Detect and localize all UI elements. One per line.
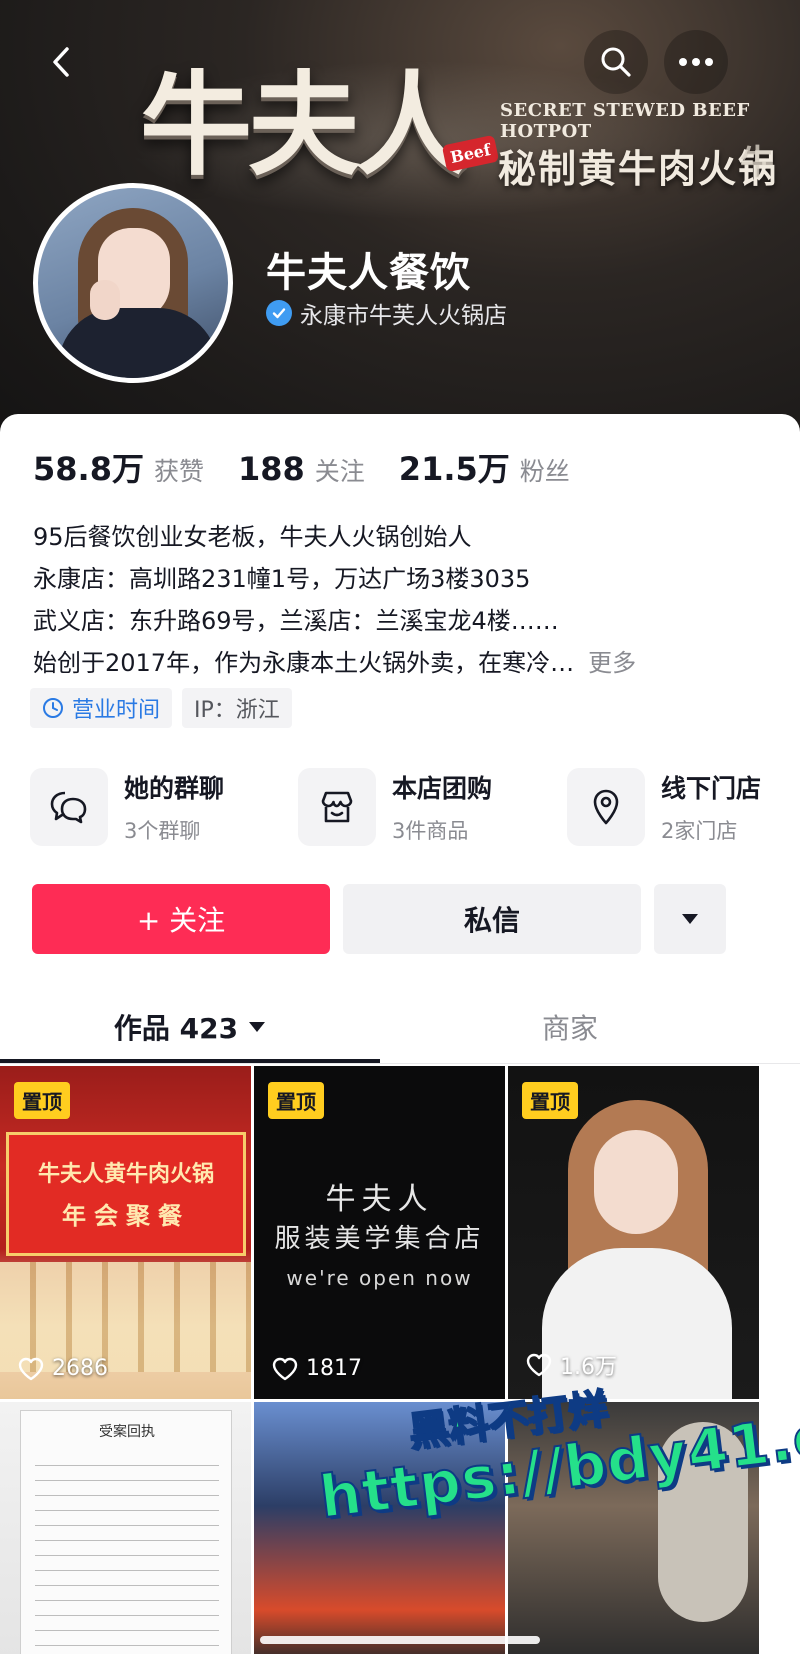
verification-label: 永康市牛芙人火锅店 [300,303,507,329]
tile-line1: 牛夫人 [325,1182,434,1217]
group-chat-entry[interactable]: 她的群聊 3个群聊 [30,768,224,846]
follow-button[interactable]: + 关注 [32,884,330,954]
ip-location-label: IP：浙江 [194,698,280,723]
bio-line: 永康店：高圳路231幢1号，万达广场3楼3035 [33,565,531,593]
search-button[interactable] [584,30,648,94]
pinned-badge: 置顶 [268,1082,324,1119]
shop-icon [298,768,376,846]
chat-bubbles-icon [30,768,108,846]
active-tab-indicator [0,1059,380,1063]
content-tabs: 作品 423 商家 [0,990,800,1064]
video-tile[interactable]: 牛夫人黄牛肉火锅 年会聚餐 置顶 2686 [0,1066,251,1399]
business-hours-chip[interactable]: 营业时间 [30,688,173,728]
bio-line: 始创于2017年，作为永康本土火锅外卖，在寒冷… [33,649,575,677]
banner-brand-side: 牛 [740,143,774,183]
followers-count[interactable]: 21.5万 [399,444,510,490]
like-count: 1817 [272,1356,362,1381]
group-chat-sub: 3个群聊 [124,819,201,843]
group-buy-title: 本店团购 [392,774,493,803]
heart-icon [526,1353,552,1377]
feature-entries: 她的群聊 3个群聊 本店团购 3件商品 线下门店 2家门店 [30,768,800,848]
more-options-button[interactable] [664,30,728,94]
info-chips: 营业时间 IP：浙江 [30,688,292,728]
likes-label: 获赞 [153,457,204,486]
video-tile[interactable] [508,1402,759,1654]
following-label[interactable]: 关注 [315,452,365,488]
group-buy-entry[interactable]: 本店团购 3件商品 [298,768,492,846]
following-count[interactable]: 188 [238,450,305,488]
group-buy-sub: 3件商品 [392,819,469,843]
bio-line-last: 始创于2017年，作为永康本土火锅外卖，在寒冷… 更多 [33,642,773,684]
bio-line: 武义店：东升路69号，兰溪店：兰溪宝龙4楼…… [33,607,559,635]
tile-title: 牛夫人黄牛肉火锅 [37,1162,214,1187]
tile-portrait-hair [658,1422,748,1622]
ip-location-chip: IP：浙江 [182,688,292,728]
message-button[interactable]: 私信 [343,884,641,954]
avatar-coat [58,308,218,378]
tile-banner-graphic [6,1132,246,1256]
avatar[interactable] [33,183,233,383]
tile-line3: we're open now [286,1266,473,1290]
like-count-value: 1.6万 [560,1355,617,1380]
offline-store-entry[interactable]: 线下门店 2家门店 [567,768,761,846]
verified-badge-icon [266,300,292,326]
video-tile[interactable] [254,1402,505,1654]
tile-line2: 服装美学集合店 [274,1224,485,1254]
tile-document: 受案回执 [20,1410,232,1654]
offline-store-sub: 2家门店 [661,819,738,843]
recommend-dropdown-button[interactable] [654,884,726,954]
tab-shop[interactable]: 商家 [380,990,760,1064]
tile-document-title: 受案回执 [99,1424,155,1440]
banner-brand-title: 牛夫人 [140,60,468,191]
back-button[interactable] [30,30,94,94]
heart-icon [272,1357,298,1380]
like-count: 2686 [18,1356,108,1381]
tab-works-label: 作品 423 [113,1012,239,1045]
offline-store-title: 线下门店 [661,774,762,803]
avatar-hand [90,280,120,320]
verification-row[interactable]: 永康市牛芙人火锅店 [266,296,507,330]
followers-label[interactable]: 粉丝 [520,452,570,488]
bio: 95后餐饮创业女老板，牛夫人火锅创始人 永康店：高圳路231幢1号，万达广场3楼… [33,516,773,684]
pinned-badge: 置顶 [522,1082,578,1119]
clock-icon [43,698,63,718]
banner-brand-chinese: 秘制黄牛肉火锅 [498,146,779,191]
like-count-value: 1817 [306,1356,362,1381]
search-icon [601,47,631,77]
chevron-left-icon [53,47,69,77]
bio-more-link[interactable]: 更多 [588,649,636,677]
tab-works[interactable]: 作品 423 [0,990,380,1064]
tile-subtitle: 年会聚餐 [62,1202,190,1230]
profile-name: 牛夫人餐饮 [266,250,471,296]
tile-portrait-face [594,1130,678,1234]
like-count-value: 2686 [52,1356,108,1381]
caret-down-icon [249,1022,266,1032]
video-tile[interactable]: 置顶 1.6万 [508,1066,759,1399]
triangle-down-icon [682,914,698,924]
home-indicator[interactable] [260,1636,540,1644]
group-chat-title: 她的群聊 [124,774,225,803]
business-hours-label: 营业时间 [72,698,161,723]
bio-line: 95后餐饮创业女老板，牛夫人火锅创始人 [33,523,472,551]
likes-count: 58.8万 [33,450,144,488]
stats-row: 58.8万 获赞 188 关注 21.5万 粉丝 [33,444,604,490]
like-count: 1.6万 [526,1349,617,1381]
tile-document-lines [35,1451,219,1651]
pinned-badge: 置顶 [14,1082,70,1119]
heart-icon [18,1357,44,1380]
video-tile[interactable]: 受案回执 [0,1402,251,1654]
location-pin-icon [567,768,645,846]
video-tile[interactable]: 牛夫人 服装美学集合店 we're open now 置顶 1817 [254,1066,505,1399]
more-dots-icon [679,58,713,66]
